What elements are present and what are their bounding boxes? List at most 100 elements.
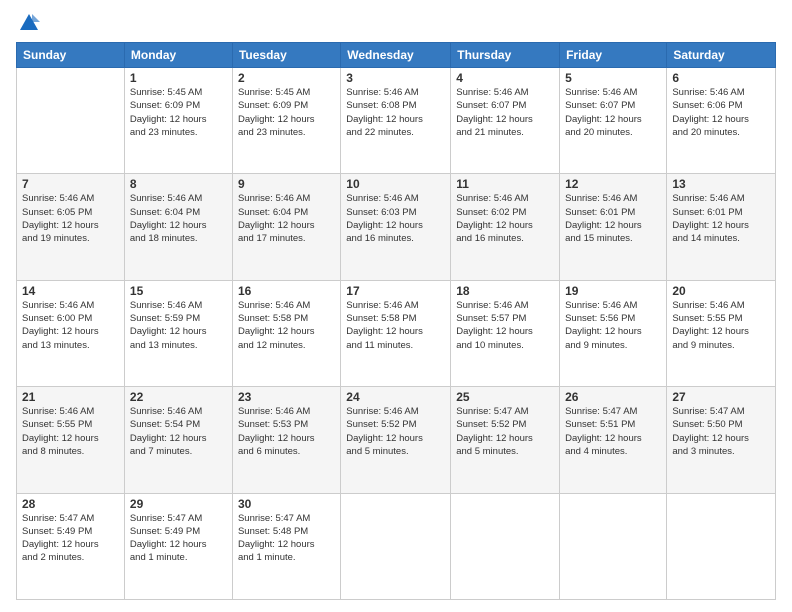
day-cell: 19Sunrise: 5:46 AMSunset: 5:56 PMDayligh… [560,280,667,386]
calendar-table: SundayMondayTuesdayWednesdayThursdayFrid… [16,42,776,600]
day-info: Sunrise: 5:46 AMSunset: 6:08 PMDaylight:… [346,86,445,139]
week-row-4: 28Sunrise: 5:47 AMSunset: 5:49 PMDayligh… [17,493,776,599]
day-info: Sunrise: 5:47 AMSunset: 5:52 PMDaylight:… [456,405,554,458]
day-info: Sunrise: 5:46 AMSunset: 6:01 PMDaylight:… [565,192,661,245]
day-cell: 2Sunrise: 5:45 AMSunset: 6:09 PMDaylight… [232,68,340,174]
day-info: Sunrise: 5:46 AMSunset: 5:58 PMDaylight:… [238,299,335,352]
day-number: 23 [238,390,335,404]
week-row-1: 7Sunrise: 5:46 AMSunset: 6:05 PMDaylight… [17,174,776,280]
day-number: 4 [456,71,554,85]
day-number: 30 [238,497,335,511]
day-number: 26 [565,390,661,404]
page: SundayMondayTuesdayWednesdayThursdayFrid… [0,0,792,612]
day-number: 21 [22,390,119,404]
day-info: Sunrise: 5:46 AMSunset: 5:56 PMDaylight:… [565,299,661,352]
day-cell: 1Sunrise: 5:45 AMSunset: 6:09 PMDaylight… [124,68,232,174]
day-info: Sunrise: 5:46 AMSunset: 6:07 PMDaylight:… [456,86,554,139]
day-cell: 12Sunrise: 5:46 AMSunset: 6:01 PMDayligh… [560,174,667,280]
day-number: 29 [130,497,227,511]
day-cell: 22Sunrise: 5:46 AMSunset: 5:54 PMDayligh… [124,387,232,493]
day-info: Sunrise: 5:46 AMSunset: 5:58 PMDaylight:… [346,299,445,352]
day-cell: 24Sunrise: 5:46 AMSunset: 5:52 PMDayligh… [341,387,451,493]
header-row: SundayMondayTuesdayWednesdayThursdayFrid… [17,43,776,68]
day-header-sunday: Sunday [17,43,125,68]
day-cell: 4Sunrise: 5:46 AMSunset: 6:07 PMDaylight… [451,68,560,174]
day-info: Sunrise: 5:45 AMSunset: 6:09 PMDaylight:… [130,86,227,139]
day-header-thursday: Thursday [451,43,560,68]
day-cell [667,493,776,599]
day-cell: 23Sunrise: 5:46 AMSunset: 5:53 PMDayligh… [232,387,340,493]
day-info: Sunrise: 5:47 AMSunset: 5:50 PMDaylight:… [672,405,770,458]
day-number: 10 [346,177,445,191]
day-number: 20 [672,284,770,298]
day-cell: 15Sunrise: 5:46 AMSunset: 5:59 PMDayligh… [124,280,232,386]
day-cell: 5Sunrise: 5:46 AMSunset: 6:07 PMDaylight… [560,68,667,174]
logo [16,12,40,34]
day-number: 2 [238,71,335,85]
day-number: 27 [672,390,770,404]
day-cell [560,493,667,599]
day-cell [451,493,560,599]
day-number: 6 [672,71,770,85]
day-cell: 3Sunrise: 5:46 AMSunset: 6:08 PMDaylight… [341,68,451,174]
day-info: Sunrise: 5:46 AMSunset: 6:01 PMDaylight:… [672,192,770,245]
day-cell: 10Sunrise: 5:46 AMSunset: 6:03 PMDayligh… [341,174,451,280]
day-cell: 25Sunrise: 5:47 AMSunset: 5:52 PMDayligh… [451,387,560,493]
day-number: 1 [130,71,227,85]
day-number: 8 [130,177,227,191]
day-info: Sunrise: 5:46 AMSunset: 6:00 PMDaylight:… [22,299,119,352]
day-info: Sunrise: 5:46 AMSunset: 6:04 PMDaylight:… [130,192,227,245]
day-cell: 13Sunrise: 5:46 AMSunset: 6:01 PMDayligh… [667,174,776,280]
day-number: 25 [456,390,554,404]
week-row-0: 1Sunrise: 5:45 AMSunset: 6:09 PMDaylight… [17,68,776,174]
day-info: Sunrise: 5:46 AMSunset: 5:52 PMDaylight:… [346,405,445,458]
day-info: Sunrise: 5:47 AMSunset: 5:49 PMDaylight:… [22,512,119,565]
day-number: 12 [565,177,661,191]
day-number: 19 [565,284,661,298]
day-info: Sunrise: 5:46 AMSunset: 6:05 PMDaylight:… [22,192,119,245]
day-info: Sunrise: 5:46 AMSunset: 5:53 PMDaylight:… [238,405,335,458]
day-info: Sunrise: 5:47 AMSunset: 5:49 PMDaylight:… [130,512,227,565]
day-cell: 7Sunrise: 5:46 AMSunset: 6:05 PMDaylight… [17,174,125,280]
day-info: Sunrise: 5:46 AMSunset: 6:03 PMDaylight:… [346,192,445,245]
day-info: Sunrise: 5:46 AMSunset: 5:57 PMDaylight:… [456,299,554,352]
day-number: 16 [238,284,335,298]
day-cell: 21Sunrise: 5:46 AMSunset: 5:55 PMDayligh… [17,387,125,493]
day-cell [17,68,125,174]
day-cell: 30Sunrise: 5:47 AMSunset: 5:48 PMDayligh… [232,493,340,599]
header [16,12,776,34]
day-info: Sunrise: 5:47 AMSunset: 5:51 PMDaylight:… [565,405,661,458]
day-info: Sunrise: 5:46 AMSunset: 5:55 PMDaylight:… [22,405,119,458]
day-cell: 16Sunrise: 5:46 AMSunset: 5:58 PMDayligh… [232,280,340,386]
day-number: 7 [22,177,119,191]
day-info: Sunrise: 5:45 AMSunset: 6:09 PMDaylight:… [238,86,335,139]
day-info: Sunrise: 5:47 AMSunset: 5:48 PMDaylight:… [238,512,335,565]
day-header-tuesday: Tuesday [232,43,340,68]
day-number: 15 [130,284,227,298]
day-info: Sunrise: 5:46 AMSunset: 5:55 PMDaylight:… [672,299,770,352]
day-cell: 26Sunrise: 5:47 AMSunset: 5:51 PMDayligh… [560,387,667,493]
logo-icon [18,12,40,34]
day-cell: 27Sunrise: 5:47 AMSunset: 5:50 PMDayligh… [667,387,776,493]
day-number: 9 [238,177,335,191]
week-row-2: 14Sunrise: 5:46 AMSunset: 6:00 PMDayligh… [17,280,776,386]
day-header-friday: Friday [560,43,667,68]
day-number: 14 [22,284,119,298]
day-cell: 11Sunrise: 5:46 AMSunset: 6:02 PMDayligh… [451,174,560,280]
day-cell: 14Sunrise: 5:46 AMSunset: 6:00 PMDayligh… [17,280,125,386]
day-header-saturday: Saturday [667,43,776,68]
day-number: 11 [456,177,554,191]
day-info: Sunrise: 5:46 AMSunset: 6:02 PMDaylight:… [456,192,554,245]
day-cell: 6Sunrise: 5:46 AMSunset: 6:06 PMDaylight… [667,68,776,174]
day-cell: 17Sunrise: 5:46 AMSunset: 5:58 PMDayligh… [341,280,451,386]
day-cell: 9Sunrise: 5:46 AMSunset: 6:04 PMDaylight… [232,174,340,280]
day-number: 18 [456,284,554,298]
day-cell: 18Sunrise: 5:46 AMSunset: 5:57 PMDayligh… [451,280,560,386]
day-cell: 8Sunrise: 5:46 AMSunset: 6:04 PMDaylight… [124,174,232,280]
day-cell: 29Sunrise: 5:47 AMSunset: 5:49 PMDayligh… [124,493,232,599]
day-number: 17 [346,284,445,298]
day-number: 28 [22,497,119,511]
day-number: 13 [672,177,770,191]
day-header-monday: Monday [124,43,232,68]
day-number: 5 [565,71,661,85]
